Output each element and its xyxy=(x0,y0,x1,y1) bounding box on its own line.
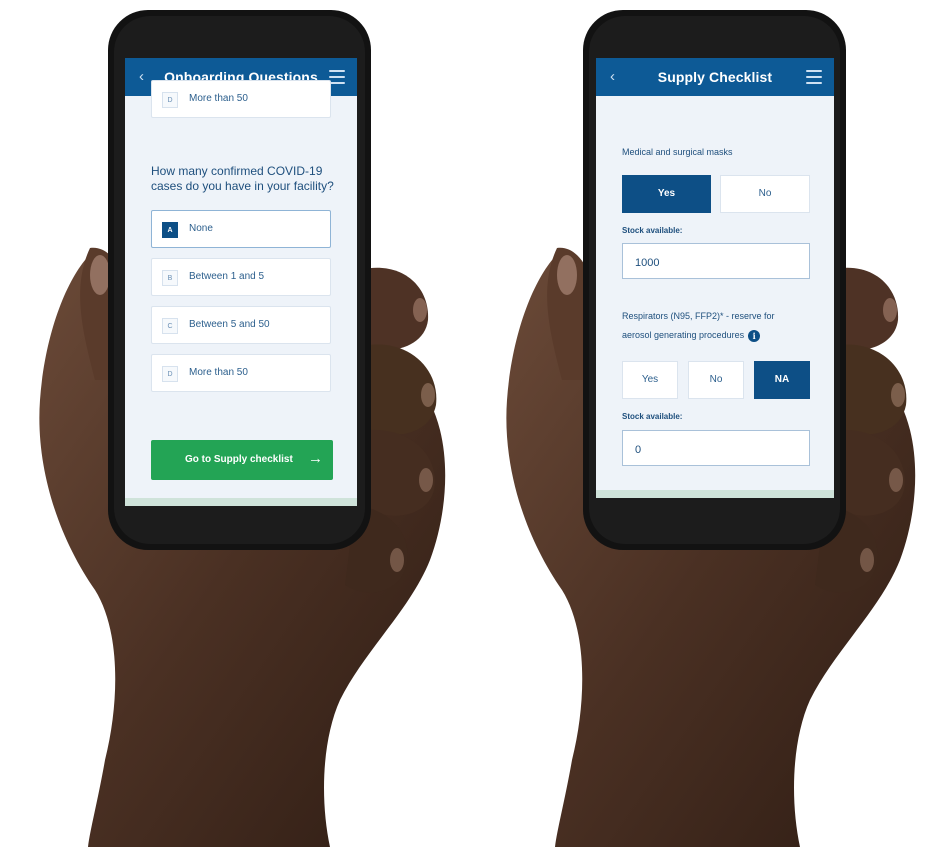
option-label: More than 50 xyxy=(189,367,248,378)
respirators-label-line1: Respirators (N95, FFP2)* - reserve for xyxy=(622,311,775,321)
option-b[interactable]: B Between 1 and 5 xyxy=(151,258,331,296)
menu-icon[interactable] xyxy=(329,70,345,84)
item-label-masks: Medical and surgical masks xyxy=(622,147,733,157)
masks-no-button[interactable]: No xyxy=(720,175,810,213)
option-label: More than 50 xyxy=(189,93,248,104)
scene: ‹ Onboarding Questions D More than 50 Ho… xyxy=(0,0,928,847)
masks-stock-input[interactable]: 1000 xyxy=(622,243,810,279)
respirators-yes-button[interactable]: Yes xyxy=(622,361,678,399)
option-d[interactable]: D More than 50 xyxy=(151,354,331,392)
page-title: Supply Checklist xyxy=(657,69,773,85)
nav-bar: ‹ Supply Checklist xyxy=(596,58,834,96)
respirators-label-line2: aerosol generating procedures i xyxy=(622,326,775,345)
option-c[interactable]: C Between 5 and 50 xyxy=(151,306,331,344)
left-phone-screen: ‹ Onboarding Questions D More than 50 Ho… xyxy=(125,58,357,506)
stock-label: Stock available: xyxy=(622,226,683,235)
bottom-strip xyxy=(125,498,357,506)
option-key: B xyxy=(162,270,178,286)
right-phone-screen: ‹ Supply Checklist Medical and surgical … xyxy=(596,58,834,498)
menu-icon[interactable] xyxy=(806,70,822,84)
item-label-respirators: Respirators (N95, FFP2)* - reserve for a… xyxy=(622,307,775,345)
option-label: Between 1 and 5 xyxy=(189,271,265,282)
masks-yes-button[interactable]: Yes xyxy=(622,175,711,213)
question-text: How many confirmed COVID-19 cases do you… xyxy=(151,164,334,193)
option-d-previous[interactable]: D More than 50 xyxy=(151,80,331,118)
info-icon[interactable]: i xyxy=(748,329,761,342)
respirators-na-button[interactable]: NA xyxy=(754,361,810,399)
option-key: D xyxy=(162,366,178,382)
respirators-no-button[interactable]: No xyxy=(688,361,744,399)
option-a[interactable]: A None xyxy=(151,210,331,248)
option-label: Between 5 and 50 xyxy=(189,319,270,330)
option-key: A xyxy=(162,222,178,238)
button-label: Go to Supply checklist xyxy=(185,454,293,465)
go-to-supply-checklist-button[interactable]: Go to Supply checklist → xyxy=(151,440,333,480)
respirators-stock-input[interactable]: 0 xyxy=(622,430,810,466)
bottom-strip xyxy=(596,490,834,498)
stock-label: Stock available: xyxy=(622,412,683,421)
option-key: C xyxy=(162,318,178,334)
arrow-right-icon: → xyxy=(308,450,323,467)
respirators-label-line2-text: aerosol generating procedures xyxy=(622,330,745,340)
option-key: D xyxy=(162,92,178,108)
option-label: None xyxy=(189,223,213,234)
